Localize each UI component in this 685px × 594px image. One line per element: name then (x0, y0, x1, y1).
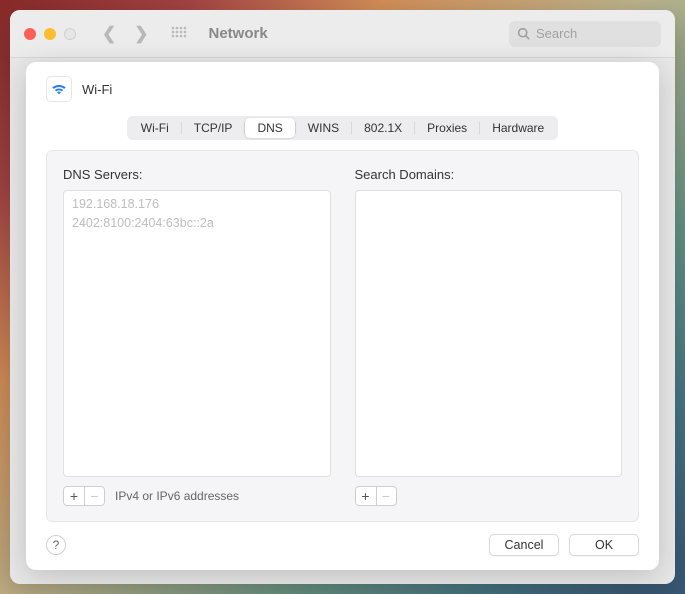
dns-servers-column: DNS Servers: 192.168.18.176 2402:8100:24… (63, 167, 331, 507)
prefs-window: ❮ ❯ Network Search Wi-Fi Wi-Fi TCP/IP DN… (10, 10, 675, 584)
search-domains-column: Search Domains: + − (355, 167, 623, 507)
sheet-footer: ? Cancel OK (26, 522, 659, 570)
cancel-button[interactable]: Cancel (489, 534, 559, 556)
wifi-icon (46, 76, 72, 102)
dns-panel: DNS Servers: 192.168.18.176 2402:8100:24… (46, 150, 639, 522)
tab-bar: Wi-Fi TCP/IP DNS WINS 802.1X Proxies Har… (26, 112, 659, 140)
show-all-icon[interactable] (171, 26, 187, 42)
minimize-window-button[interactable] (44, 28, 56, 40)
search-box[interactable]: Search (509, 21, 661, 47)
dns-servers-label: DNS Servers: (63, 167, 331, 182)
tab-wifi[interactable]: Wi-Fi (129, 118, 181, 138)
tab-hardware[interactable]: Hardware (480, 118, 556, 138)
ok-button[interactable]: OK (569, 534, 639, 556)
interface-label: Wi-Fi (82, 82, 112, 97)
tab-proxies[interactable]: Proxies (415, 118, 479, 138)
search-domains-label: Search Domains: (355, 167, 623, 182)
window-title: Network (209, 25, 268, 42)
remove-dns-server-button[interactable]: − (84, 486, 105, 506)
settings-sheet: Wi-Fi Wi-Fi TCP/IP DNS WINS 802.1X Proxi… (26, 62, 659, 570)
search-domains-list[interactable] (355, 190, 623, 477)
forward-button[interactable]: ❯ (134, 24, 148, 44)
tab-tcpip[interactable]: TCP/IP (182, 118, 245, 138)
add-search-domain-button[interactable]: + (355, 486, 376, 506)
close-window-button[interactable] (24, 28, 36, 40)
dns-servers-controls: + − IPv4 or IPv6 addresses (63, 485, 331, 507)
zoom-window-button[interactable] (64, 28, 76, 40)
list-item[interactable]: 192.168.18.176 (72, 195, 322, 214)
sheet-header: Wi-Fi (26, 62, 659, 112)
tab-wins[interactable]: WINS (296, 118, 351, 138)
help-button[interactable]: ? (46, 535, 66, 555)
add-dns-server-button[interactable]: + (63, 486, 84, 506)
tab-segmented-control: Wi-Fi TCP/IP DNS WINS 802.1X Proxies Har… (127, 116, 558, 140)
search-placeholder: Search (536, 26, 577, 41)
titlebar: ❮ ❯ Network Search (10, 10, 675, 58)
search-icon (517, 27, 530, 40)
dns-servers-hint: IPv4 or IPv6 addresses (115, 489, 239, 503)
nav-arrows: ❮ ❯ (102, 24, 149, 44)
tab-8021x[interactable]: 802.1X (352, 118, 414, 138)
tab-dns[interactable]: DNS (245, 118, 294, 138)
remove-search-domain-button[interactable]: − (376, 486, 397, 506)
back-button[interactable]: ❮ (102, 24, 116, 44)
dns-servers-list[interactable]: 192.168.18.176 2402:8100:2404:63bc::2a (63, 190, 331, 477)
traffic-lights (24, 28, 76, 40)
search-domains-controls: + − (355, 485, 623, 507)
list-item[interactable]: 2402:8100:2404:63bc::2a (72, 214, 322, 233)
